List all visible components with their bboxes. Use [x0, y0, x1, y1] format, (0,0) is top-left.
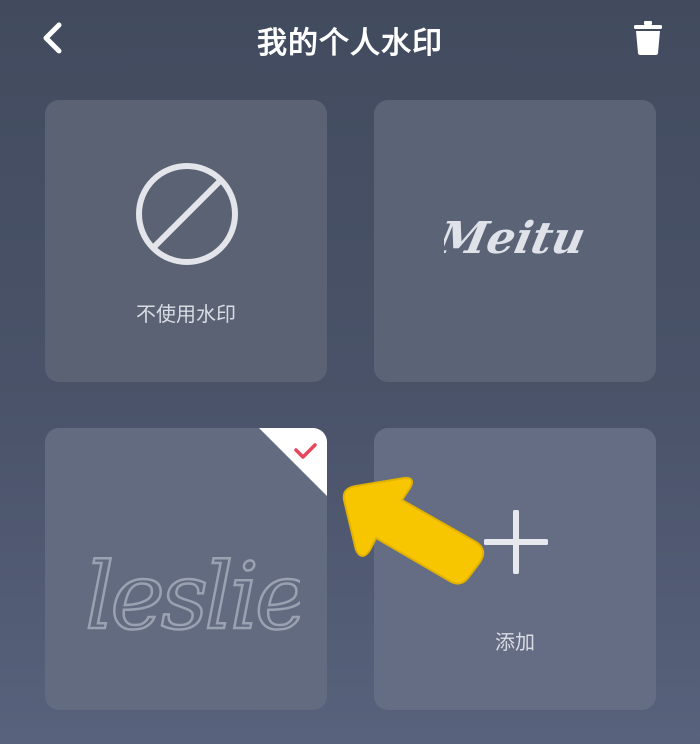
header-bar: 我的个人水印 — [0, 0, 700, 78]
trash-icon — [634, 21, 662, 55]
delete-button[interactable] — [626, 16, 670, 60]
ban-icon — [136, 163, 238, 265]
no-watermark-label: 不使用水印 — [136, 302, 236, 326]
leslie-signature-text: leslie — [85, 543, 300, 650]
add-watermark-button[interactable]: 添加 — [374, 428, 656, 710]
watermark-option-leslie[interactable]: leslie — [45, 428, 327, 710]
page-title: 我的个人水印 — [257, 26, 443, 61]
watermark-option-meitu[interactable]: Meitu — [374, 100, 656, 382]
meitu-signature-image: Meitu — [444, 212, 590, 263]
selected-check-icon — [259, 428, 327, 496]
add-label: 添加 — [495, 630, 535, 654]
plus-icon — [484, 510, 548, 574]
leslie-signature-image: leslie — [84, 542, 300, 652]
meitu-signature-text: Meitu — [444, 212, 590, 263]
watermark-option-none[interactable]: 不使用水印 — [45, 100, 327, 382]
